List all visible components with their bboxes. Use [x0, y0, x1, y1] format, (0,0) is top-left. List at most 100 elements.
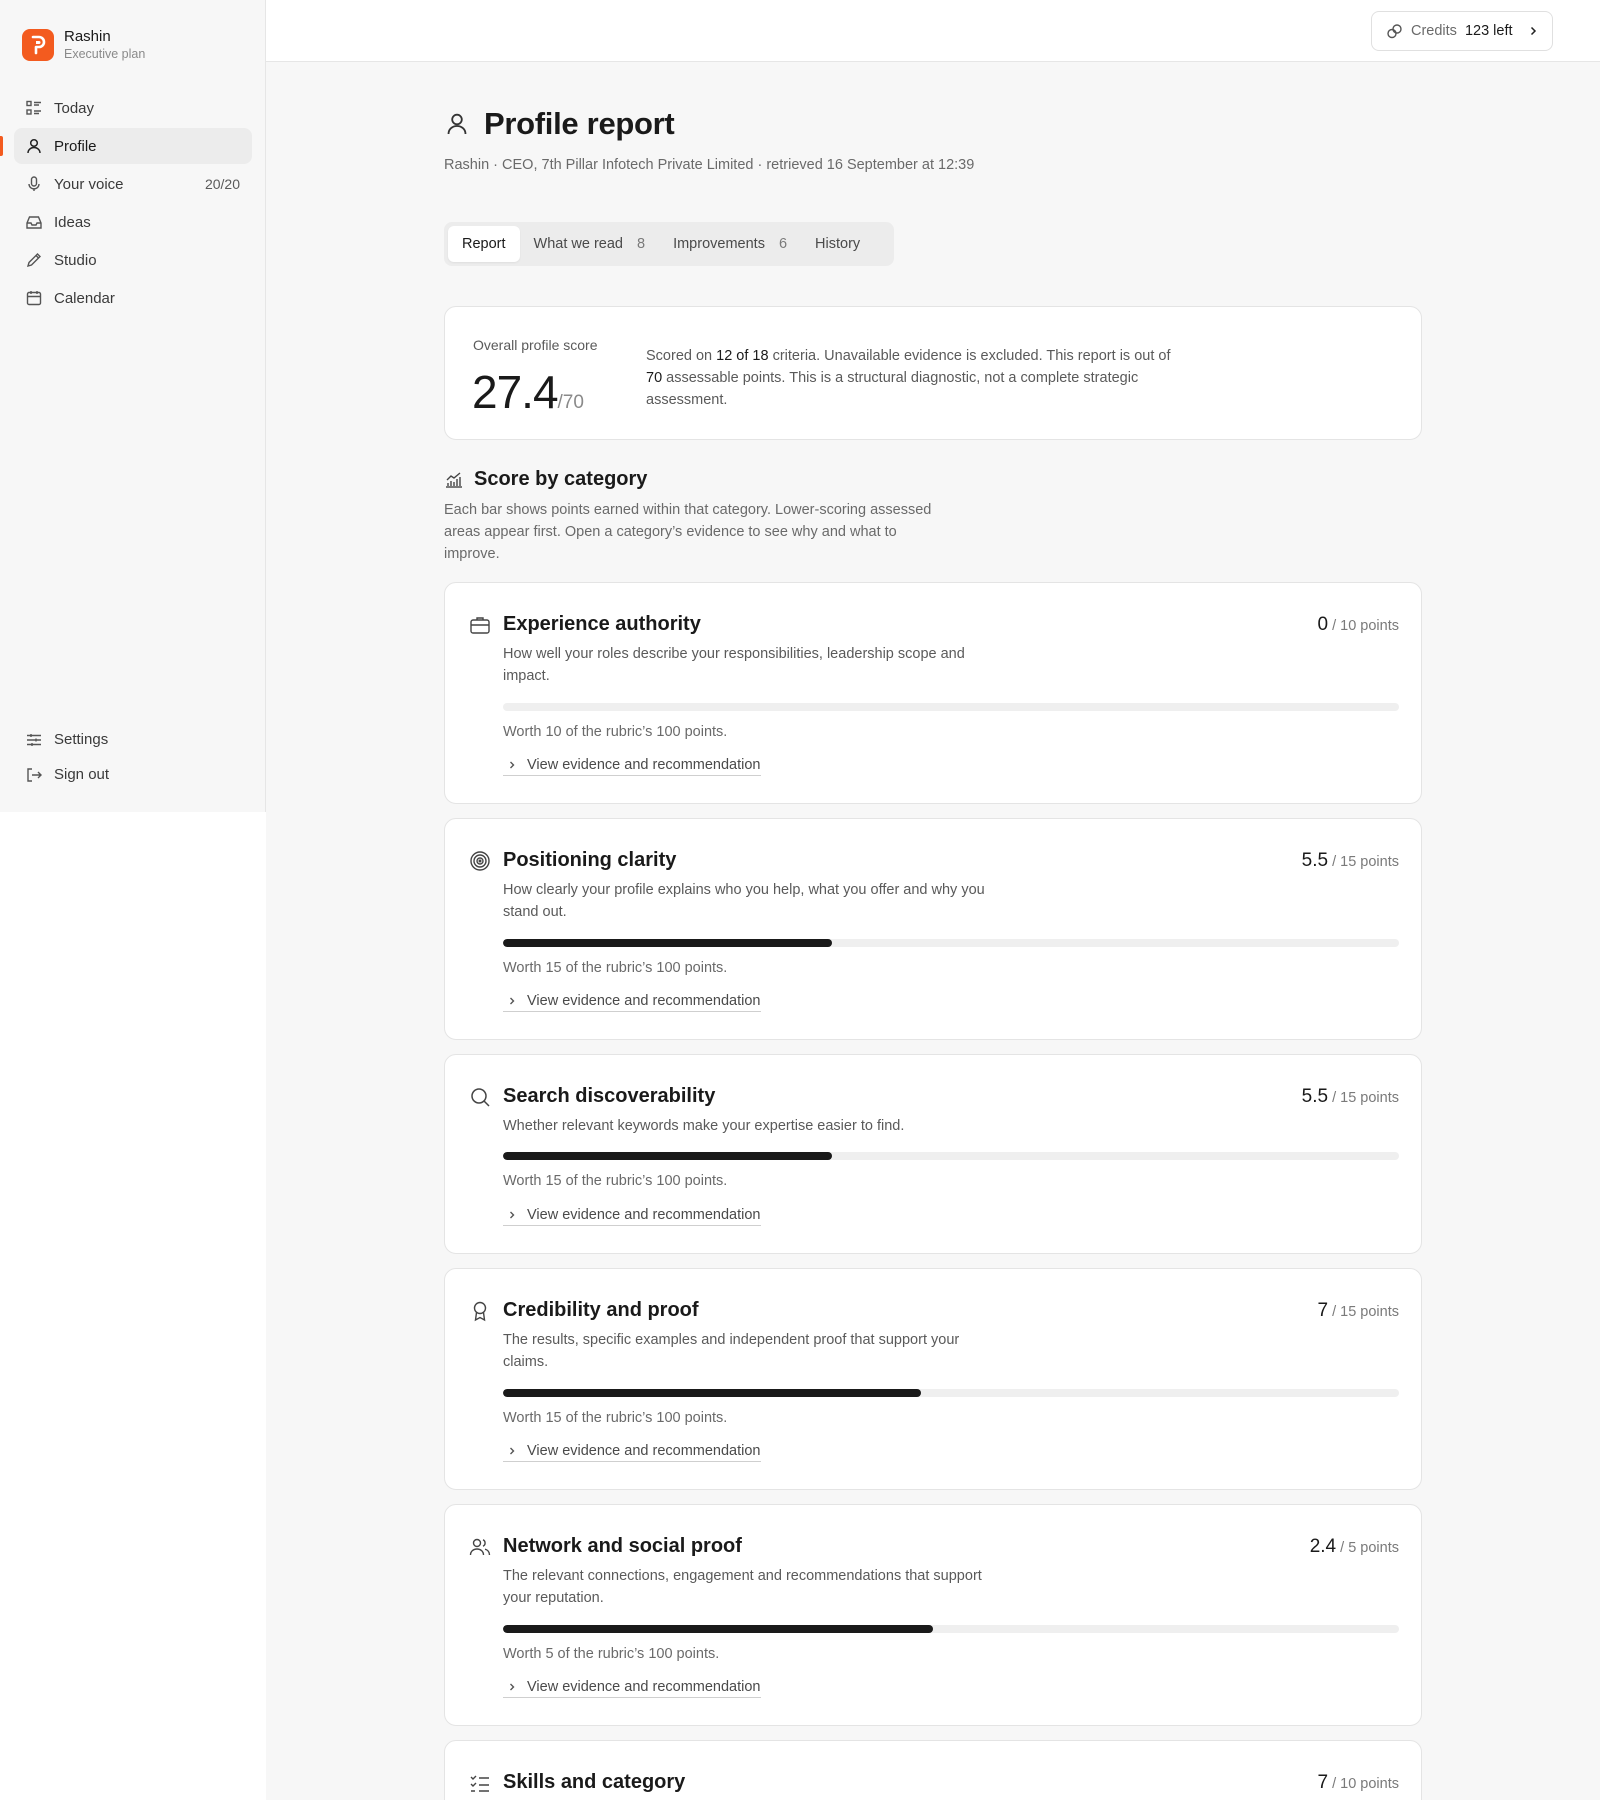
category-title: Positioning clarity	[503, 849, 677, 871]
view-evidence-link[interactable]: View evidence and recommendation	[503, 993, 761, 1012]
score-max: / 15 points	[1332, 1090, 1399, 1106]
score-number: 5.5	[1301, 1086, 1329, 1107]
score-max: / 10 points	[1332, 618, 1399, 634]
account-name: Rashin	[64, 28, 111, 45]
score-label: Overall profile score	[473, 337, 598, 353]
sidebar: Rashin Executive plan Today Profile Your…	[0, 0, 266, 812]
tab-label: Improvements	[673, 236, 765, 252]
score-description: Scored on 12 of 18 criteria. Unavailable…	[646, 345, 1186, 411]
list-icon	[25, 99, 43, 117]
score-max: /70	[557, 392, 584, 413]
sidebar-item-label: Ideas	[54, 213, 91, 231]
sidebar-item-label: Your voice	[54, 175, 124, 193]
brand[interactable]: Rashin Executive plan	[22, 28, 145, 62]
tab-label: History	[815, 236, 861, 252]
score-value: 27.4/70	[472, 365, 584, 419]
category-card-credibility-and-proof: Credibility and proof 7 / 15 points The …	[444, 1268, 1422, 1490]
section-header: Score by category	[444, 468, 647, 491]
sidebar-item-ideas[interactable]: Ideas	[14, 204, 252, 240]
category-card-search-discoverability: Search discoverability 5.5 / 15 points W…	[444, 1054, 1422, 1254]
sidebar-item-today[interactable]: Today	[14, 90, 252, 126]
view-evidence-link[interactable]: View evidence and recommendation	[503, 757, 761, 776]
account-plan: Executive plan	[64, 47, 146, 61]
view-evidence-link[interactable]: View evidence and recommendation	[503, 1443, 761, 1462]
sidebar-item-sign-out[interactable]: Sign out	[14, 757, 252, 792]
score-max: / 5 points	[1340, 1540, 1399, 1556]
sidebar-item-profile[interactable]: Profile	[0, 128, 252, 164]
tab-report[interactable]: Report	[448, 226, 520, 262]
page-subtitle: Rashin · CEO, 7th Pillar Infotech Privat…	[444, 157, 975, 173]
search-icon	[469, 1086, 491, 1108]
score-max: / 15 points	[1332, 1304, 1399, 1320]
overall-score-card: Overall profile score 27.4/70 Scored on …	[444, 306, 1422, 440]
coins-icon	[1386, 23, 1403, 40]
category-score: 7 / 10 points	[1317, 1772, 1399, 1794]
sidebar-item-label: Today	[54, 99, 95, 117]
score-desc-text: Scored on	[646, 348, 717, 364]
sidebar-item-studio[interactable]: Studio	[14, 242, 252, 278]
score-number: 7	[1317, 1300, 1329, 1321]
sidebar-item-calendar[interactable]: Calendar	[14, 280, 252, 316]
category-description: The relevant connections, engagement and…	[503, 1568, 982, 1606]
sidebar-item-label: Studio	[54, 251, 97, 269]
chevron-right-icon	[507, 996, 517, 1006]
category-score: 0 / 10 points	[1317, 614, 1399, 636]
view-evidence-link[interactable]: View evidence and recommendation	[503, 1207, 761, 1226]
category-title: Credibility and proof	[503, 1299, 699, 1321]
category-worth: Worth 5 of the rubric’s 100 points.	[503, 1646, 720, 1662]
category-card-skills-and-category: Skills and category 7 / 10 points	[444, 1740, 1422, 1800]
briefcase-icon	[469, 614, 491, 636]
user-icon	[444, 111, 470, 137]
view-evidence-link[interactable]: View evidence and recommendation	[503, 1679, 761, 1698]
score-desc-text: criteria. Unavailable evidence is exclud…	[768, 348, 1171, 364]
progress-bar	[503, 1625, 1399, 1633]
progress-fill	[503, 1152, 832, 1160]
page-title: Profile report	[484, 106, 675, 141]
users-icon	[469, 1536, 491, 1558]
tab-count: 8	[637, 236, 646, 252]
sidebar-item-label: Calendar	[54, 289, 115, 307]
progress-bar	[503, 1389, 1399, 1397]
tab-improvements[interactable]: Improvements 6	[659, 226, 801, 262]
link-label: View evidence and recommendation	[527, 1207, 761, 1223]
category-title: Network and social proof	[503, 1535, 742, 1557]
tab-history[interactable]: History	[801, 226, 874, 262]
target-icon	[469, 850, 491, 872]
inbox-icon	[25, 213, 43, 231]
user-icon	[25, 137, 43, 155]
score-number: 27.4	[472, 366, 559, 418]
tab-what-we-read[interactable]: What we read 8	[520, 226, 660, 262]
category-title: Experience authority	[503, 613, 701, 635]
progress-bar	[503, 1152, 1399, 1160]
category-worth: Worth 15 of the rubric’s 100 points.	[503, 1410, 728, 1426]
sign-out-icon	[25, 766, 43, 784]
sliders-icon	[25, 731, 43, 749]
score-number: 7	[1317, 1772, 1329, 1793]
sidebar-item-your-voice[interactable]: Your voice 20/20	[14, 166, 252, 202]
category-score: 7 / 15 points	[1317, 1300, 1399, 1322]
chevron-right-icon	[1527, 25, 1539, 37]
credits-button[interactable]: Credits 123 left	[1371, 11, 1553, 51]
category-title: Search discoverability	[503, 1085, 716, 1107]
checklist-icon	[469, 1772, 491, 1794]
tab-label: What we read	[533, 236, 623, 252]
category-description: Whether relevant keywords make your expe…	[503, 1118, 905, 1134]
chevron-right-icon	[507, 760, 517, 770]
tab-label: Report	[462, 236, 506, 252]
pencil-icon	[25, 251, 43, 269]
sidebar-item-settings[interactable]: Settings	[14, 722, 252, 757]
score-points: 70	[646, 370, 663, 386]
sidebar-bottom: Settings Sign out	[14, 722, 252, 792]
link-label: View evidence and recommendation	[527, 993, 761, 1009]
score-number: 5.5	[1301, 850, 1329, 871]
score-max: / 15 points	[1332, 854, 1399, 870]
category-worth: Worth 15 of the rubric’s 100 points.	[503, 960, 728, 976]
link-label: View evidence and recommendation	[527, 1679, 761, 1695]
app-logo	[22, 29, 54, 61]
chevron-right-icon	[507, 1682, 517, 1692]
award-icon	[469, 1300, 491, 1322]
voice-count: 20/20	[204, 176, 240, 192]
score-number: 0	[1317, 614, 1329, 635]
progress-bar	[503, 703, 1399, 711]
section-description: Each bar shows points earned within that…	[444, 502, 932, 562]
